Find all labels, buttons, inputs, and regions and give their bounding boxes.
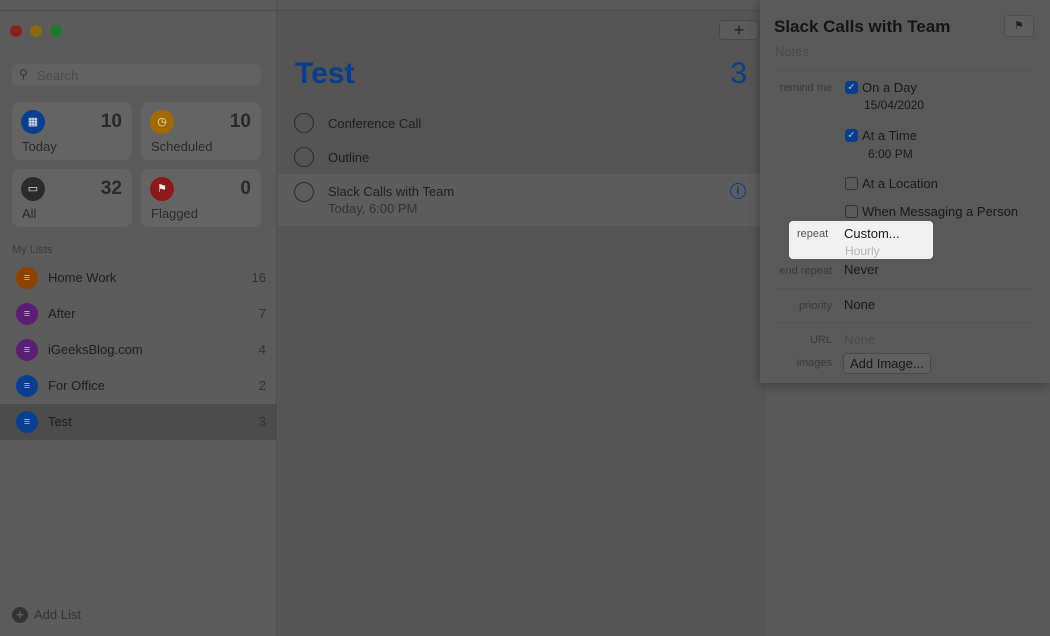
task-title[interactable]: Slack Calls with Team bbox=[328, 184, 454, 199]
flagged-label: Flagged bbox=[151, 206, 198, 221]
priority-label: priority bbox=[798, 300, 832, 312]
flagged-count: 0 bbox=[240, 178, 251, 199]
images-label: images bbox=[796, 357, 832, 369]
list-icon: ≡ bbox=[16, 411, 38, 433]
notes-field[interactable]: Notes bbox=[775, 44, 809, 59]
divider bbox=[774, 288, 1036, 289]
list-icon: ≡ bbox=[16, 303, 38, 325]
on-a-day-checkbox[interactable]: ✓ bbox=[845, 81, 858, 94]
close-window-button[interactable] bbox=[10, 25, 22, 37]
clock-icon: ◷ bbox=[150, 110, 174, 134]
url-label: URL bbox=[809, 334, 832, 346]
repeat-frequency: Hourly bbox=[845, 244, 880, 258]
detail-title[interactable]: Slack Calls with Team bbox=[774, 17, 950, 37]
search-input[interactable]: ⚲ Search bbox=[12, 64, 261, 86]
when-messaging-checkbox[interactable] bbox=[845, 205, 858, 218]
list-name: For Office bbox=[48, 378, 105, 393]
on-a-day-label: On a Day bbox=[862, 80, 917, 95]
at-a-time-label: At a Time bbox=[862, 128, 917, 143]
add-list-button[interactable]: + Add List bbox=[12, 607, 81, 623]
repeat-highlight[interactable]: repeat Custom... Hourly bbox=[789, 221, 933, 259]
date-field[interactable]: 15/04/2020 bbox=[864, 98, 924, 112]
all-count: 32 bbox=[100, 178, 122, 199]
smart-list-all[interactable]: ▭ 32 All bbox=[12, 169, 132, 227]
list-count: 3 bbox=[730, 57, 747, 90]
add-image-button[interactable]: Add Image... bbox=[843, 353, 931, 374]
list-item-for-office[interactable]: ≡ For Office 2 bbox=[0, 368, 277, 404]
zoom-window-button[interactable] bbox=[50, 25, 62, 37]
complete-checkbox[interactable] bbox=[294, 113, 314, 133]
list-item-after[interactable]: ≡ After 7 bbox=[0, 296, 277, 332]
today-label: Today bbox=[22, 139, 57, 154]
add-list-label: Add List bbox=[34, 607, 81, 622]
list-item-home-work[interactable]: ≡ Home Work 16 bbox=[0, 260, 277, 296]
list-count: 3 bbox=[258, 414, 266, 429]
divider bbox=[774, 322, 1036, 323]
list-icon: ≡ bbox=[16, 339, 38, 361]
list-name: Test bbox=[48, 414, 72, 429]
minimize-window-button[interactable] bbox=[30, 25, 42, 37]
list-count: 7 bbox=[258, 306, 266, 321]
reminders-list: + Test 3 Conference Call Outline Slack C… bbox=[278, 11, 765, 636]
task-title[interactable]: Outline bbox=[328, 150, 369, 165]
my-lists-header: My Lists bbox=[12, 244, 53, 256]
task-title[interactable]: Conference Call bbox=[328, 116, 421, 131]
smart-list-today[interactable]: ▦ 10 Today bbox=[12, 102, 132, 160]
list-icon: ≡ bbox=[16, 375, 38, 397]
at-a-location-checkbox[interactable] bbox=[845, 177, 858, 190]
list-name: After bbox=[48, 306, 76, 321]
at-a-location-label: At a Location bbox=[862, 176, 938, 191]
list-name: iGeeksBlog.com bbox=[48, 342, 143, 357]
end-repeat-select[interactable]: Never bbox=[844, 262, 879, 277]
list-item-test[interactable]: ≡ Test 3 bbox=[0, 404, 277, 440]
info-icon[interactable]: i bbox=[730, 183, 746, 199]
flag-icon: ⚑ bbox=[150, 177, 174, 201]
scheduled-label: Scheduled bbox=[151, 139, 213, 154]
remind-me-label: remind me bbox=[780, 82, 832, 94]
flag-icon: ⚑ bbox=[1014, 20, 1024, 32]
search-placeholder: Search bbox=[37, 68, 79, 83]
search-icon: ⚲ bbox=[19, 67, 28, 81]
url-field[interactable]: None bbox=[844, 332, 875, 347]
list-count: 2 bbox=[258, 378, 266, 393]
scheduled-count: 10 bbox=[229, 111, 251, 132]
when-messaging-label: When Messaging a Person bbox=[862, 204, 1019, 219]
list-item-igeeksblog[interactable]: ≡ iGeeksBlog.com 4 bbox=[0, 332, 277, 368]
plus-circle-icon: + bbox=[12, 607, 28, 623]
repeat-label: repeat bbox=[797, 228, 829, 240]
task-row-selected[interactable]: Slack Calls with Team Today, 6:00 PM bbox=[278, 174, 765, 226]
list-title: Test bbox=[295, 57, 355, 90]
add-reminder-button[interactable]: + bbox=[719, 20, 759, 40]
at-a-time-checkbox[interactable]: ✓ bbox=[845, 129, 858, 142]
complete-checkbox[interactable] bbox=[294, 147, 314, 167]
divider bbox=[774, 70, 1036, 71]
smart-list-scheduled[interactable]: ◷ 10 Scheduled bbox=[141, 102, 261, 160]
time-field[interactable]: 6:00 PM bbox=[868, 147, 913, 161]
repeat-select[interactable]: Custom... bbox=[844, 226, 900, 241]
tray-icon: ▭ bbox=[21, 177, 45, 201]
calendar-icon: ▦ bbox=[21, 110, 45, 134]
task-due: Today, 6:00 PM bbox=[328, 201, 418, 216]
today-count: 10 bbox=[100, 111, 122, 132]
complete-checkbox[interactable] bbox=[294, 182, 314, 202]
reminder-detail-popover: Slack Calls with Team ⚑ Notes remind me … bbox=[760, 0, 1050, 383]
list-count: 16 bbox=[251, 270, 266, 285]
list-count: 4 bbox=[258, 342, 266, 357]
end-repeat-label: end repeat bbox=[779, 265, 832, 277]
flag-button[interactable]: ⚑ bbox=[1004, 15, 1034, 37]
list-name: Home Work bbox=[48, 270, 117, 285]
all-label: All bbox=[22, 206, 37, 221]
priority-select[interactable]: None bbox=[844, 297, 875, 312]
list-icon: ≡ bbox=[16, 267, 38, 289]
task-row[interactable]: Conference Call bbox=[278, 111, 765, 145]
sidebar: ⚲ Search ▦ 10 Today ◷ 10 Scheduled ▭ 32 All ⚑ 0 F… bbox=[0, 0, 277, 636]
smart-list-flagged[interactable]: ⚑ 0 Flagged bbox=[141, 169, 261, 227]
